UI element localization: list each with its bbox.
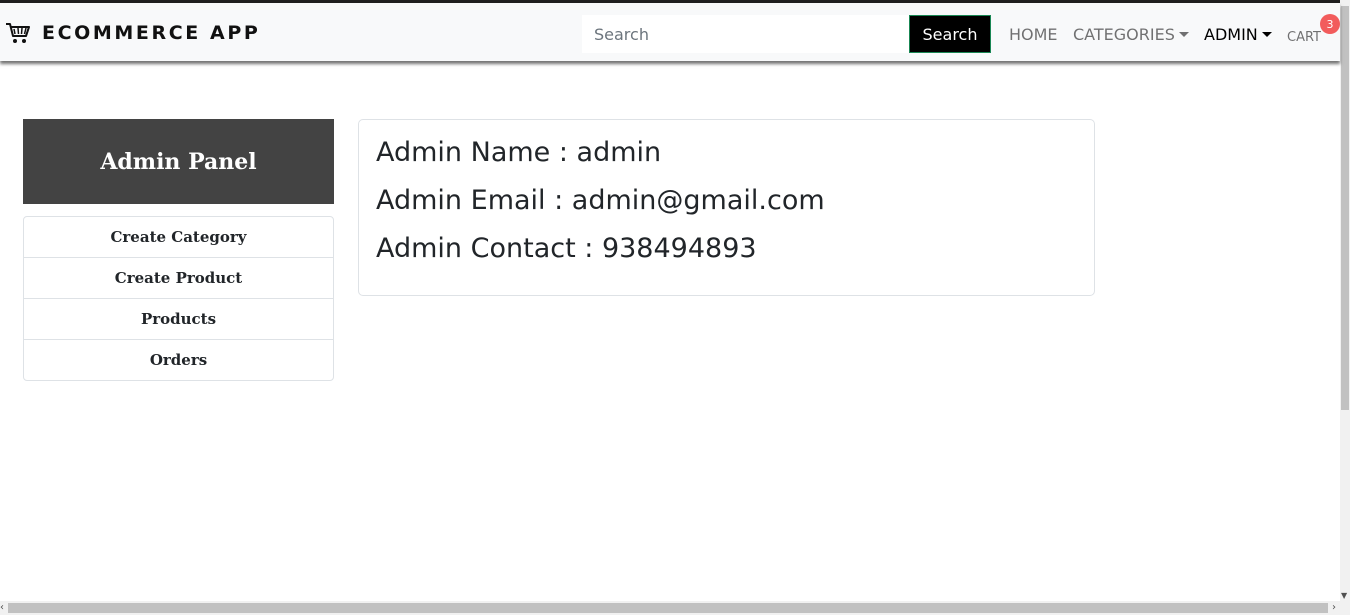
horizontal-scrollbar[interactable]: ‹ ›	[0, 601, 1350, 615]
nav-categories-label: CATEGORIES	[1073, 24, 1175, 44]
navbar: ECOMMERCE APP Search HOME CATEGORIES ADM…	[0, 3, 1340, 61]
caret-down-icon	[1261, 31, 1272, 37]
nav-admin-label: ADMIN	[1204, 24, 1258, 44]
admin-menu: Create Category Create Product Products …	[23, 216, 334, 381]
shopping-cart-icon	[6, 23, 30, 43]
search-button[interactable]: Search	[909, 15, 991, 53]
caret-down-icon	[1178, 31, 1189, 37]
admin-name-text: Admin Name : admin	[376, 137, 662, 168]
menu-item-products[interactable]: Products	[24, 299, 333, 340]
menu-item-orders[interactable]: Orders	[24, 340, 333, 380]
menu-item-create-category[interactable]: Create Category	[24, 217, 333, 258]
menu-item-create-product[interactable]: Create Product	[24, 258, 333, 299]
scroll-right-arrow-icon[interactable]: ›	[1332, 603, 1336, 613]
nav-admin-dropdown[interactable]: ADMIN	[1204, 23, 1272, 45]
admin-panel-title: Admin Panel	[100, 148, 257, 175]
scroll-left-arrow-icon[interactable]: ‹	[0, 603, 4, 613]
nav-home-link[interactable]: HOME	[1009, 23, 1058, 45]
admin-panel-header: Admin Panel	[23, 119, 334, 204]
nav-cart-link[interactable]: CART	[1287, 26, 1321, 48]
admin-email-text: Admin Email : admin@gmail.com	[376, 185, 825, 216]
horizontal-scrollbar-thumb[interactable]	[8, 603, 1328, 613]
brand-link[interactable]: ECOMMERCE APP	[5, 20, 260, 46]
brand-name: ECOMMERCE APP	[42, 22, 261, 44]
vertical-scrollbar-thumb[interactable]	[1341, 6, 1349, 410]
cart-count-badge: 3	[1320, 14, 1340, 34]
admin-contact-text: Admin Contact : 938494893	[376, 233, 757, 264]
nav-categories-dropdown[interactable]: CATEGORIES	[1073, 23, 1189, 45]
vertical-scrollbar[interactable]: ▼	[1340, 0, 1350, 601]
search-input[interactable]	[582, 15, 909, 53]
admin-info-card: Admin Name : admin Admin Email : admin@g…	[358, 119, 1095, 296]
scroll-down-arrow-icon[interactable]: ▼	[1341, 592, 1347, 600]
